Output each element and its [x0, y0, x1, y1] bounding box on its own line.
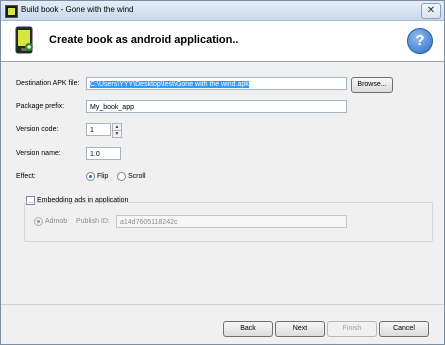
- effect-label: Effect:: [16, 173, 36, 180]
- publish-id-label: Publish ID:: [76, 218, 110, 225]
- publish-id-input[interactable]: a14d7605118242c: [116, 215, 347, 228]
- finish-button[interactable]: Finish: [327, 321, 377, 337]
- version-name-label: Version name:: [16, 150, 61, 157]
- destination-apk-label: Destination APK file:: [16, 80, 80, 87]
- window-title: Build book - Gone with the wind: [21, 5, 134, 14]
- package-prefix-label: Package prefix:: [16, 103, 65, 110]
- app-icon: [5, 5, 18, 18]
- help-icon[interactable]: ?: [407, 28, 433, 54]
- version-code-label: Version code:: [16, 126, 59, 133]
- effect-scroll-radio[interactable]: [117, 172, 126, 181]
- page-title: Create book as android application..: [49, 34, 239, 46]
- effect-flip-label: Flip: [97, 173, 109, 180]
- version-name-input[interactable]: 1.0: [86, 147, 121, 160]
- effect-scroll-label: Scroll: [128, 173, 146, 180]
- version-code-input[interactable]: 1: [86, 123, 111, 136]
- destination-apk-value: C:\Users\YYY\Desktop\test\Gone with the …: [90, 81, 249, 88]
- build-book-window: Build book - Gone with the wind ✕ Create…: [0, 0, 445, 345]
- wizard-header: Create book as android application.. ?: [1, 21, 444, 62]
- effect-flip-radio[interactable]: [86, 172, 95, 181]
- cancel-button[interactable]: Cancel: [379, 321, 429, 337]
- footer-divider: [1, 304, 444, 305]
- admob-radio[interactable]: [34, 217, 43, 226]
- admob-label: Admob: [45, 218, 68, 225]
- android-phone-icon: [15, 26, 33, 54]
- close-button[interactable]: ✕: [421, 3, 441, 19]
- package-prefix-input[interactable]: My_book_app: [86, 100, 347, 113]
- next-button[interactable]: Next: [275, 321, 325, 337]
- title-bar: Build book - Gone with the wind ✕: [1, 1, 444, 21]
- destination-apk-input[interactable]: C:\Users\YYY\Desktop\test\Gone with the …: [86, 77, 347, 90]
- version-code-down-button[interactable]: ▼: [112, 130, 122, 138]
- browse-button[interactable]: Browse...: [351, 77, 393, 93]
- back-button[interactable]: Back: [223, 321, 273, 337]
